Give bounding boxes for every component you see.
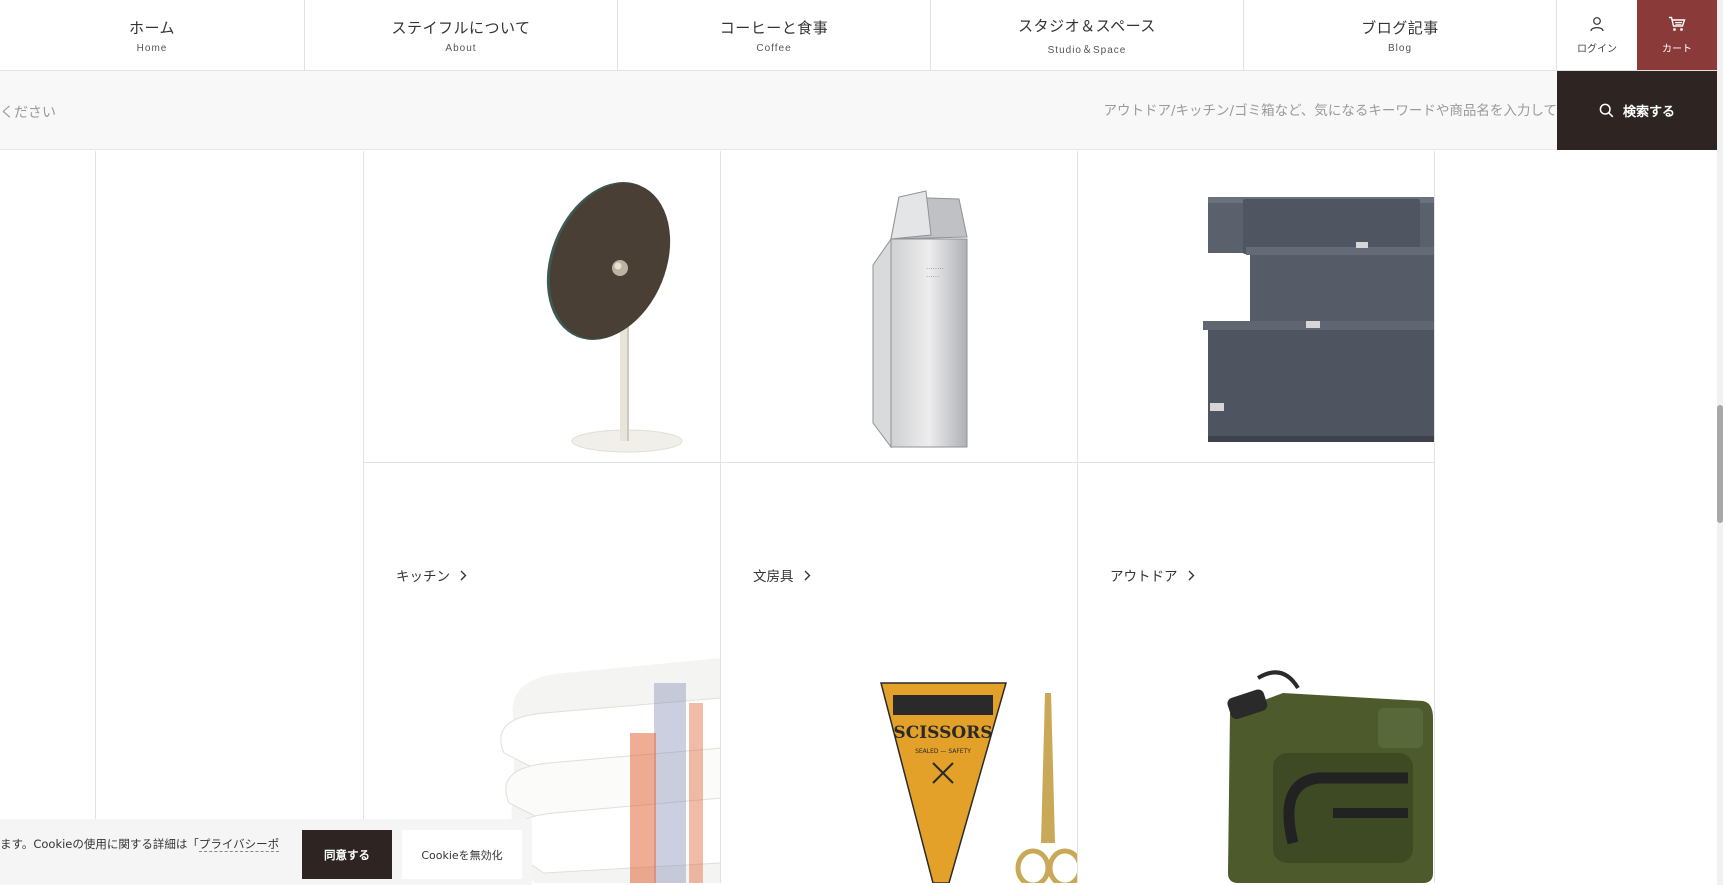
- svg-text:······: ······: [926, 273, 939, 281]
- svg-text:SCISSORS: SCISSORS: [893, 723, 992, 743]
- nav-item-studio-space[interactable]: スタジオ＆スペース Studio＆Space: [931, 0, 1244, 70]
- category-card-outdoor[interactable]: アウトドア: [1078, 463, 1435, 883]
- scissors-image: SCISSORS SEALED — SAFETY: [880, 682, 1077, 883]
- user-icon: [1590, 16, 1604, 31]
- search-placeholder-overflow: ください: [0, 105, 56, 121]
- nav-item-coffee[interactable]: コーヒーと食事 Coffee: [618, 0, 931, 70]
- privacy-policy-link[interactable]: プライバシーポ: [198, 837, 280, 852]
- nav-item-sublabel: Studio＆Space: [1047, 44, 1127, 56]
- nav-item-home[interactable]: ホーム Home: [0, 0, 305, 70]
- cart-icon: [1669, 16, 1686, 31]
- nav-item-label: ホーム: [128, 18, 176, 37]
- nav-item-label: ステイフルについて: [391, 18, 531, 37]
- nav-item-label: ブログ記事: [1361, 18, 1439, 37]
- nav-item-sublabel: Home: [136, 42, 168, 54]
- search-icon: [1599, 103, 1614, 118]
- nav-item-sublabel: Blog: [1387, 42, 1412, 54]
- category-card-stationery[interactable]: 文房具 SCISSORS SEALED — SAFETY: [721, 463, 1078, 883]
- svg-text:········: ········: [926, 265, 944, 273]
- product-card-storage-boxes[interactable]: [1078, 151, 1435, 463]
- nav-item-blog[interactable]: ブログ記事 Blog: [1244, 0, 1557, 70]
- nav-item-label: コーヒーと食事: [719, 18, 829, 37]
- login-button[interactable]: ログイン: [1557, 0, 1637, 70]
- trash-can-image: ········ ······: [872, 190, 968, 449]
- search-button-label: 検索する: [1622, 105, 1675, 120]
- login-label: ログイン: [1577, 43, 1617, 55]
- cookie-message-text: ます。Cookieの使用に関する詳細は「: [0, 837, 199, 851]
- search-input[interactable]: [230, 91, 1557, 131]
- fuel-can-image: [1227, 670, 1433, 883]
- nav-item-label: スタジオ＆スペース: [1018, 16, 1156, 35]
- cookie-message: ます。Cookieの使用に関する詳細は「プライバシーポ: [0, 836, 280, 852]
- global-nav: ホーム Home ステイフルについて About コーヒーと食事 Coffee …: [0, 0, 1723, 71]
- svg-text:SEALED — SAFETY: SEALED — SAFETY: [915, 748, 971, 755]
- mirror-image: [546, 182, 683, 453]
- search-button[interactable]: 検索する: [1557, 71, 1717, 150]
- product-card-trash-can[interactable]: ········ ······: [721, 151, 1078, 463]
- nav-item-sublabel: Coffee: [756, 42, 792, 54]
- product-card-mirror[interactable]: [364, 151, 721, 463]
- search-bar: ください 検索する: [0, 71, 1723, 150]
- nav-item-sublabel: About: [445, 42, 477, 54]
- cookie-disable-button[interactable]: Cookieを無効化: [402, 830, 522, 879]
- cart-button[interactable]: カート: [1637, 0, 1717, 70]
- sidebar-divider: [95, 151, 96, 885]
- scrollbar-thumb[interactable]: [1717, 405, 1723, 523]
- page-scrollbar[interactable]: [1717, 0, 1723, 885]
- cookie-agree-button[interactable]: 同意する: [302, 830, 392, 879]
- nav-item-about[interactable]: ステイフルについて About: [305, 0, 618, 70]
- cart-label: カート: [1662, 43, 1692, 55]
- cookie-banner: ます。Cookieの使用に関する詳細は「プライバシーポ 同意する Cookieを…: [0, 819, 532, 885]
- storage-boxes-image: [1203, 197, 1434, 442]
